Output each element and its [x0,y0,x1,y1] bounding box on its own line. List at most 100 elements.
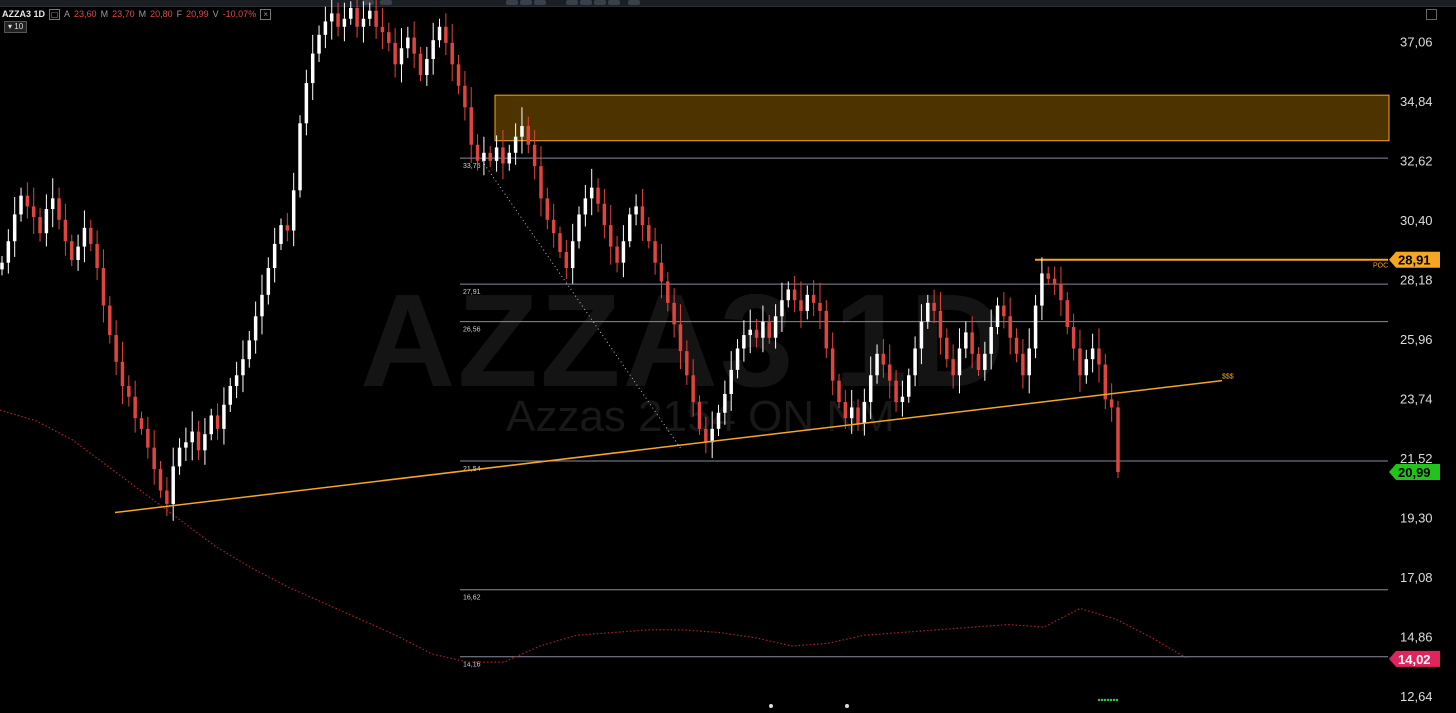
signal-marker [1106,698,1110,702]
candle [44,209,49,234]
signal-marker [1100,698,1104,702]
candle [234,375,239,386]
candle [659,262,664,282]
candle [843,402,848,419]
candle [323,21,328,35]
y-axis-tick-label: 23,74 [1400,391,1433,406]
level-label: 16,62 [463,595,481,602]
candle [653,241,657,263]
candle [329,13,334,22]
level-label: 26,56 [463,327,481,334]
signal-marker [1115,698,1119,702]
candle [608,225,613,247]
signal-marker [1112,698,1116,702]
candle [349,8,353,19]
candle [849,407,854,419]
candle [995,305,1000,328]
candle [76,246,80,261]
candle [57,198,61,220]
candle [577,214,581,242]
trendline-label: $$$ [1222,374,1234,381]
candle [184,442,188,448]
candle [25,195,30,207]
candle [463,85,467,108]
candle [596,187,600,204]
candle [475,144,480,161]
candle [697,402,702,429]
candle [976,353,981,370]
y-axis-tick-label: 37,06 [1400,34,1433,49]
candle [621,241,626,263]
candle [50,198,55,210]
candle [799,300,803,311]
candle [602,203,607,226]
candle [139,418,144,429]
y-axis-tick-label: 34,84 [1400,94,1433,109]
candle [228,385,233,405]
candle [368,10,372,19]
candle [672,302,676,325]
level-label: 27,91 [463,289,481,296]
candle [780,300,784,317]
candle [298,123,302,191]
candle [748,329,752,336]
candle [291,190,296,231]
time-marker [769,704,773,708]
candle [12,214,17,242]
candle [983,353,987,370]
dotted-projection-line [481,160,683,451]
candle [513,136,518,153]
candle [127,385,131,397]
candle [1033,305,1038,349]
candle [951,359,955,376]
candle [380,26,385,33]
candle [875,353,879,376]
candle [742,335,746,349]
candle [773,316,778,338]
candle [209,415,213,435]
price-chart[interactable]: 33,7627,9126,5621,5416,6214,16POC$$$37,0… [0,0,1456,713]
signal-marker [1109,698,1113,702]
candle [862,402,867,424]
y-axis-tick-label: 17,08 [1400,570,1433,585]
candle [374,10,378,27]
candle [887,364,892,381]
candle [317,34,321,54]
candle [1078,348,1082,376]
candle [881,353,886,365]
candle [1109,399,1114,408]
candle [723,394,727,413]
candle [1040,273,1044,306]
candle [1002,305,1006,317]
candle [761,321,765,338]
candle [241,359,245,376]
candle [1008,316,1012,338]
candle [418,53,423,76]
candle [716,412,721,429]
candle [900,396,905,403]
candle [907,375,911,397]
candle [526,125,531,145]
candle [108,305,112,336]
candle [767,321,771,338]
candle [89,227,93,244]
signal-marker [1103,698,1107,702]
signal-marker [1097,698,1101,702]
candle [482,152,486,161]
candle [355,8,359,27]
candle [285,225,290,231]
candle [964,332,968,349]
candle [754,329,759,338]
candle [868,375,873,403]
candle [1059,284,1063,301]
candle [342,18,347,27]
candle [735,348,740,370]
candle [114,335,118,362]
poc-label: POC [1373,263,1388,270]
candle [488,152,492,161]
candle [260,294,264,317]
candle [1027,348,1031,376]
current-price-badge: 20,99 [1398,465,1431,480]
candle [304,83,309,124]
candle [437,26,442,41]
